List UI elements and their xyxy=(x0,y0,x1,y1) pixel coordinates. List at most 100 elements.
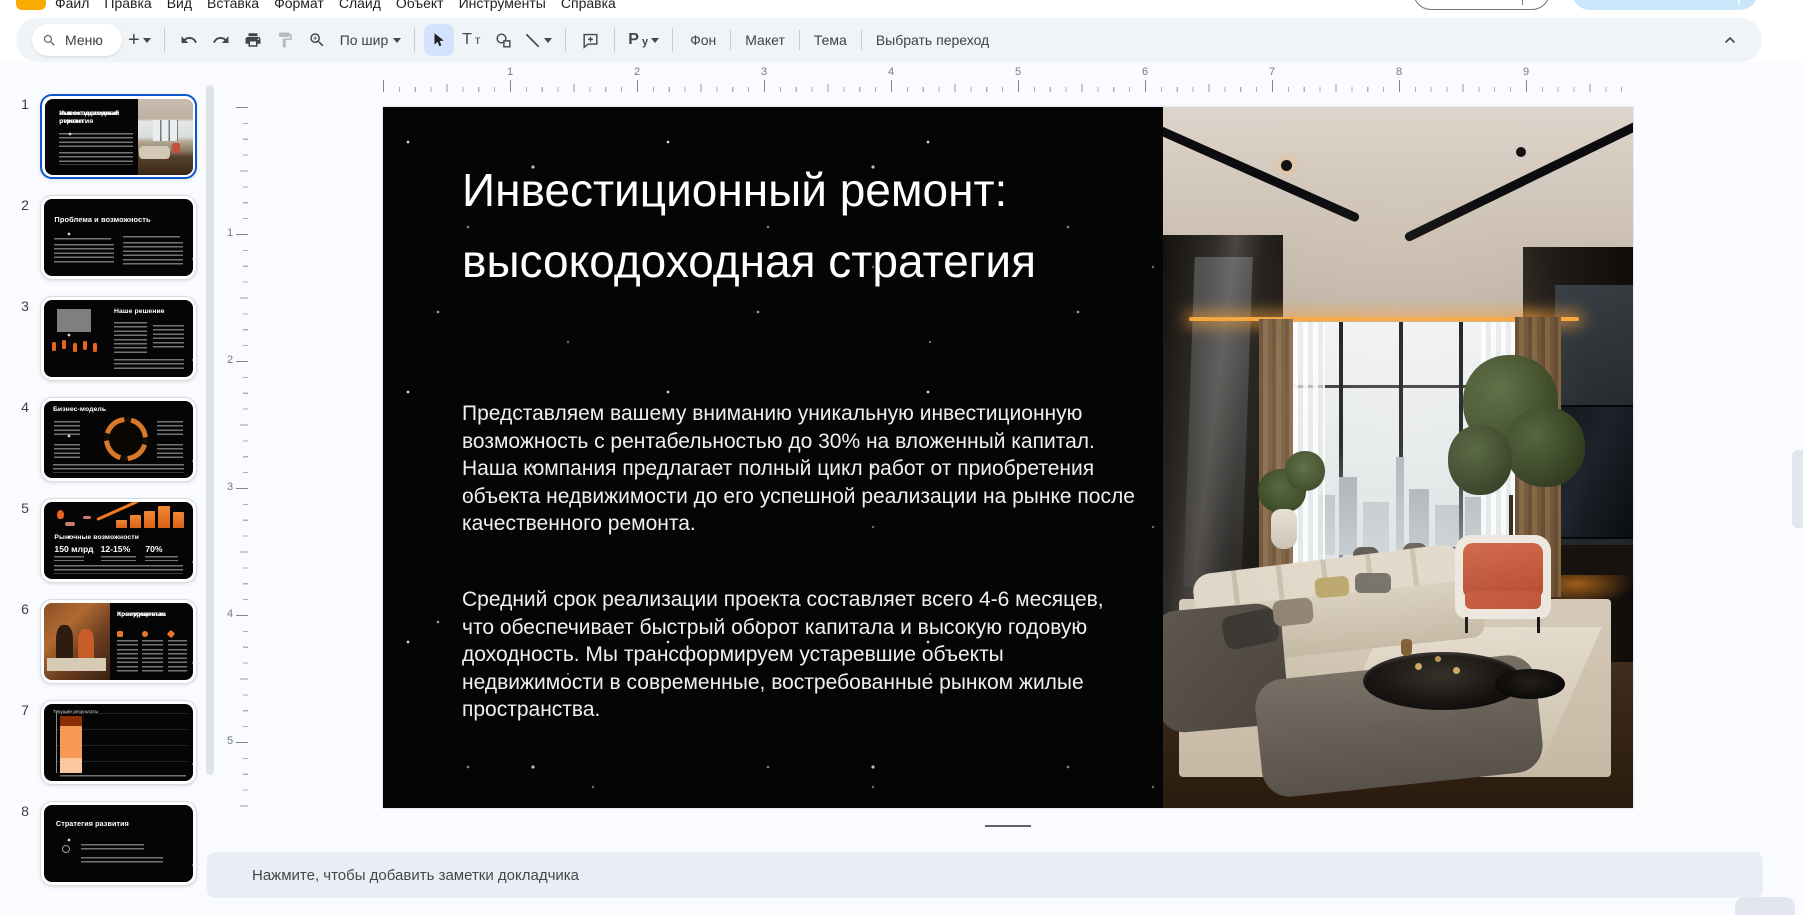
thumb-text-lines xyxy=(100,555,137,562)
py-dropdown-button[interactable]: Ру xyxy=(624,24,663,56)
collapse-toolbar-button[interactable] xyxy=(1722,32,1738,48)
chevron-down-icon xyxy=(393,37,402,43)
thumb-title: Стратегия развития xyxy=(55,819,129,829)
thumb-text-lines xyxy=(157,444,183,458)
thumb-photo xyxy=(44,300,107,377)
workspace: 1 Инвестиционный ремонт: высокодоходная … xyxy=(0,62,1803,915)
thumb-title: Бизнес-модель xyxy=(52,406,107,414)
select-tool-button[interactable] xyxy=(424,24,455,56)
photo-plant xyxy=(1285,451,1325,491)
thumb-text-lines xyxy=(52,464,185,473)
zoom-fit-dropdown[interactable]: По шир xyxy=(334,24,406,56)
menu-insert[interactable]: Вставка xyxy=(207,0,259,11)
chevron-up-icon xyxy=(1725,36,1735,43)
slide-thumbnail-8[interactable]: 8 Стратегия развития xyxy=(21,801,197,886)
thumb-text-lines xyxy=(60,774,186,779)
canvas-scrollbar[interactable] xyxy=(1792,450,1803,528)
insert-comment-button[interactable] xyxy=(575,24,605,56)
background-button[interactable]: Фон xyxy=(682,32,724,48)
thumb-text-lines xyxy=(114,358,185,371)
redo-button[interactable] xyxy=(206,24,236,56)
slide-thumbnail-1[interactable]: 1 Инвестиционный ремонт: высокодоходная … xyxy=(21,94,197,179)
undo-icon xyxy=(181,36,197,43)
zoom-in-icon xyxy=(309,33,324,47)
slide-number: 1 xyxy=(21,96,29,112)
shape-tool-button[interactable] xyxy=(488,24,518,56)
corner-panel-tab[interactable] xyxy=(1735,897,1795,915)
thumb-text-lines xyxy=(145,555,179,562)
photo-armchair-leg xyxy=(1465,617,1468,633)
photo-armchair-seat xyxy=(1465,591,1541,609)
speaker-notes-placeholder: Нажмите, чтобы добавить заметки докладчи… xyxy=(252,866,580,884)
thumb-text-lines xyxy=(117,649,138,673)
slide-number: 7 xyxy=(21,702,29,718)
slide-number: 6 xyxy=(21,601,29,617)
thumb7-chart-bars xyxy=(60,713,185,774)
menu-view[interactable]: Вид xyxy=(167,0,192,11)
toolbar-divider xyxy=(414,28,416,52)
thumb-diagram-ring xyxy=(103,417,148,462)
menu-tools[interactable]: Инструменты xyxy=(459,0,546,11)
thumb-art-bars xyxy=(115,505,185,529)
slide-photo-living-room[interactable] xyxy=(1163,107,1633,808)
thumb-title: Наше решение xyxy=(114,308,165,316)
thumb-mini-icon xyxy=(117,631,123,638)
thumb-art-cloud xyxy=(64,522,75,527)
toolbar-divider xyxy=(730,30,732,50)
slide-paragraph-1[interactable]: Представляем вашему вниманию уникальную … xyxy=(462,400,1140,538)
print-icon xyxy=(245,33,261,47)
thumb-stat: 150 млрд xyxy=(54,544,94,555)
slide-title[interactable]: Инвестиционный ремонт: высокодоходная ст… xyxy=(462,155,1182,297)
line-icon xyxy=(526,33,540,47)
speaker-notes-input[interactable]: Нажмите, чтобы добавить заметки докладчи… xyxy=(207,852,1763,898)
transition-button[interactable]: Выбрать переход xyxy=(868,32,997,48)
current-slide[interactable]: Инвестиционный ремонт: высокодоходная ст… xyxy=(383,107,1633,808)
line-tool-button[interactable] xyxy=(520,24,556,56)
slideshow-button[interactable] xyxy=(1413,0,1550,10)
add-slide-button[interactable]: + xyxy=(124,24,155,56)
slide-thumbnail-4[interactable]: 4 Бизнес-модель xyxy=(21,397,197,482)
paint-format-button[interactable] xyxy=(270,24,300,56)
thumb-text-lines xyxy=(122,242,183,266)
thumb-text-lines xyxy=(54,421,80,435)
photo-vase xyxy=(1271,509,1297,549)
search-menus-button[interactable]: Меню xyxy=(32,24,122,56)
photo-pillow xyxy=(1271,596,1315,628)
menu-format[interactable]: Формат xyxy=(274,0,324,11)
share-button[interactable] xyxy=(1572,0,1758,10)
undo-button[interactable] xyxy=(174,24,204,56)
slide-thumbnail-7[interactable]: 7 Текущие результаты xyxy=(21,700,197,785)
thumb-art-cloud xyxy=(82,515,91,519)
menu-file[interactable]: Файл xyxy=(55,0,89,11)
slide-thumbnail-3[interactable]: 3 Наше решение xyxy=(21,296,197,381)
slide-number: 5 xyxy=(21,500,29,516)
text-box-button[interactable]: Tт xyxy=(456,24,486,56)
thumb-text-lines xyxy=(81,843,144,852)
select-cursor-icon xyxy=(434,33,445,47)
slide-paragraph-2[interactable]: Средний срок реализации проекта составля… xyxy=(462,586,1140,724)
menu-object[interactable]: Объект xyxy=(396,0,444,11)
photo-spotlight xyxy=(1516,147,1526,157)
photo-armchair-leg xyxy=(1537,617,1540,633)
main-toolbar: Меню + По шир Tт Р у Фон Макет Тема Выбр… xyxy=(16,18,1762,62)
menu-help[interactable]: Справка xyxy=(561,0,616,11)
photo-coffee-table xyxy=(1495,669,1565,699)
menu-slide[interactable]: Слайд xyxy=(339,0,381,11)
thumb-text-lines xyxy=(142,649,164,673)
print-button[interactable] xyxy=(238,24,268,56)
toolbar-divider xyxy=(565,28,567,52)
toolbar-divider xyxy=(163,28,165,52)
thumb-chart-axis xyxy=(55,713,57,774)
layout-button[interactable]: Макет xyxy=(737,32,793,48)
menu-edit[interactable]: Правка xyxy=(104,0,151,11)
thumb-mini-icon xyxy=(166,630,175,639)
zoom-button[interactable] xyxy=(302,24,332,56)
slide-thumbnail-5[interactable]: 5 Рыночные возможности 150 млрд 12-15% 7… xyxy=(21,498,197,583)
slide-thumbnail-6[interactable]: 6 Конкурентные преимущества xyxy=(21,599,197,684)
thumb-text-lines xyxy=(81,857,164,864)
theme-button[interactable]: Тема xyxy=(806,32,855,48)
slide-thumbnail-2[interactable]: 2 Проблема и возможность xyxy=(21,195,197,280)
chevron-down-icon xyxy=(651,37,660,43)
slide-number: 3 xyxy=(21,298,29,314)
notes-resize-handle[interactable] xyxy=(985,825,1031,827)
